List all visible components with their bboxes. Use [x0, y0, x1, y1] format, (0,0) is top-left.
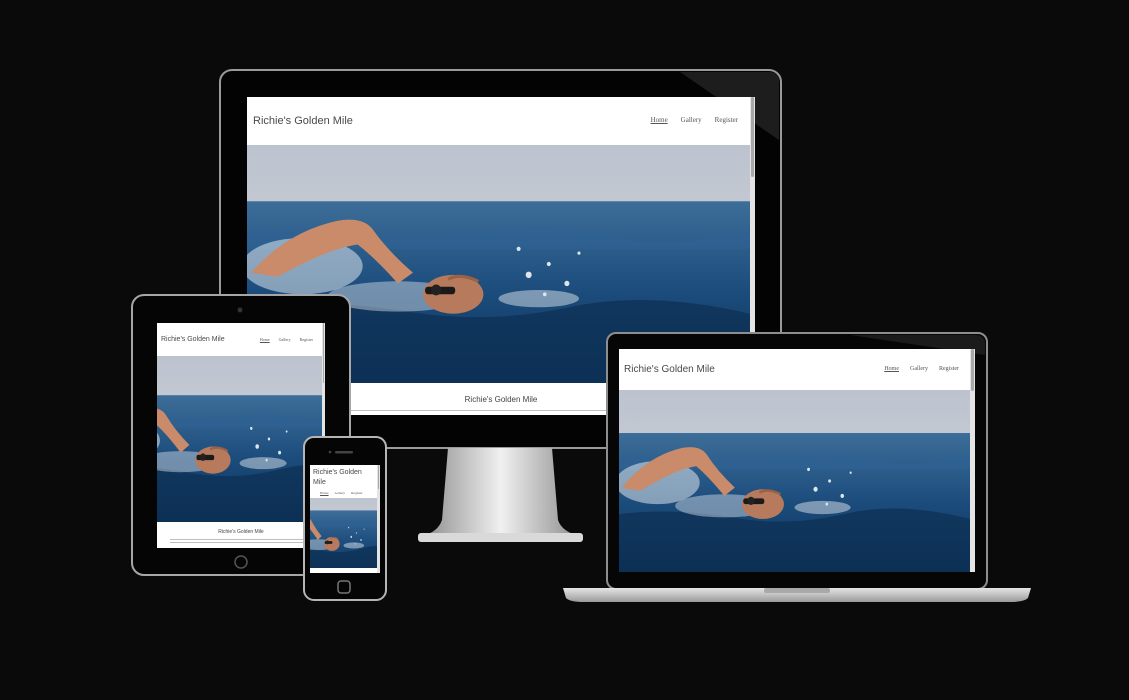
smartphone-screen: Richie's Golden Mile Home Gallery Regist… [310, 465, 380, 573]
tablet-screen: Richie's Golden Mile Home Gallery Regist… [157, 323, 325, 548]
hero-image [619, 390, 970, 572]
hero-image [310, 498, 377, 568]
nav-menu: Home Gallery Register [320, 491, 363, 495]
intro-text [170, 537, 312, 543]
mockup-canvas: { "site": { "title": "Richie's Golden Mi… [0, 0, 1129, 700]
site-header: Richie's Golden Mile Home Gallery Regist… [310, 465, 380, 498]
site-title[interactable]: Richie's Golden Mile [161, 336, 225, 343]
nav-menu: Home Gallery Register [884, 366, 959, 372]
nav-menu: Home Gallery Register [651, 116, 738, 124]
nav-home-link[interactable]: Home [884, 366, 899, 372]
site-title[interactable]: Richie's Golden Mile [253, 115, 353, 127]
laptop-screen: Richie's Golden Mile Home Gallery Regist… [619, 349, 975, 572]
nav-home-link[interactable]: Home [651, 116, 668, 124]
site-header: Richie's Golden Mile Home Gallery Regist… [619, 349, 975, 390]
nav-gallery-link[interactable]: Gallery [681, 116, 702, 124]
hero-image [157, 356, 322, 522]
section-heading: Richie's Golden Mile [218, 529, 264, 535]
nav-gallery-link[interactable]: Gallery [279, 337, 291, 342]
nav-gallery-link[interactable]: Gallery [910, 366, 928, 372]
nav-register-link[interactable]: Register [715, 116, 738, 124]
nav-home-link[interactable]: Home [260, 337, 270, 342]
nav-home-link[interactable]: Home [320, 491, 329, 495]
site-title[interactable]: Richie's Golden Mile [624, 364, 715, 375]
site-header: Richie's Golden Mile Home Gallery Regist… [157, 323, 325, 356]
site-header: Richie's Golden Mile Home Gallery Regist… [247, 97, 755, 145]
nav-register-link[interactable]: Register [939, 366, 959, 372]
nav-register-link[interactable]: Register [351, 491, 363, 495]
scrollbar[interactable] [377, 465, 380, 573]
scrollbar[interactable] [970, 349, 975, 572]
nav-gallery-link[interactable]: Gallery [335, 491, 346, 495]
nav-register-link[interactable]: Register [300, 337, 313, 342]
nav-menu: Home Gallery Register [260, 337, 313, 342]
site-title[interactable]: Richie's Golden Mile [313, 468, 371, 488]
